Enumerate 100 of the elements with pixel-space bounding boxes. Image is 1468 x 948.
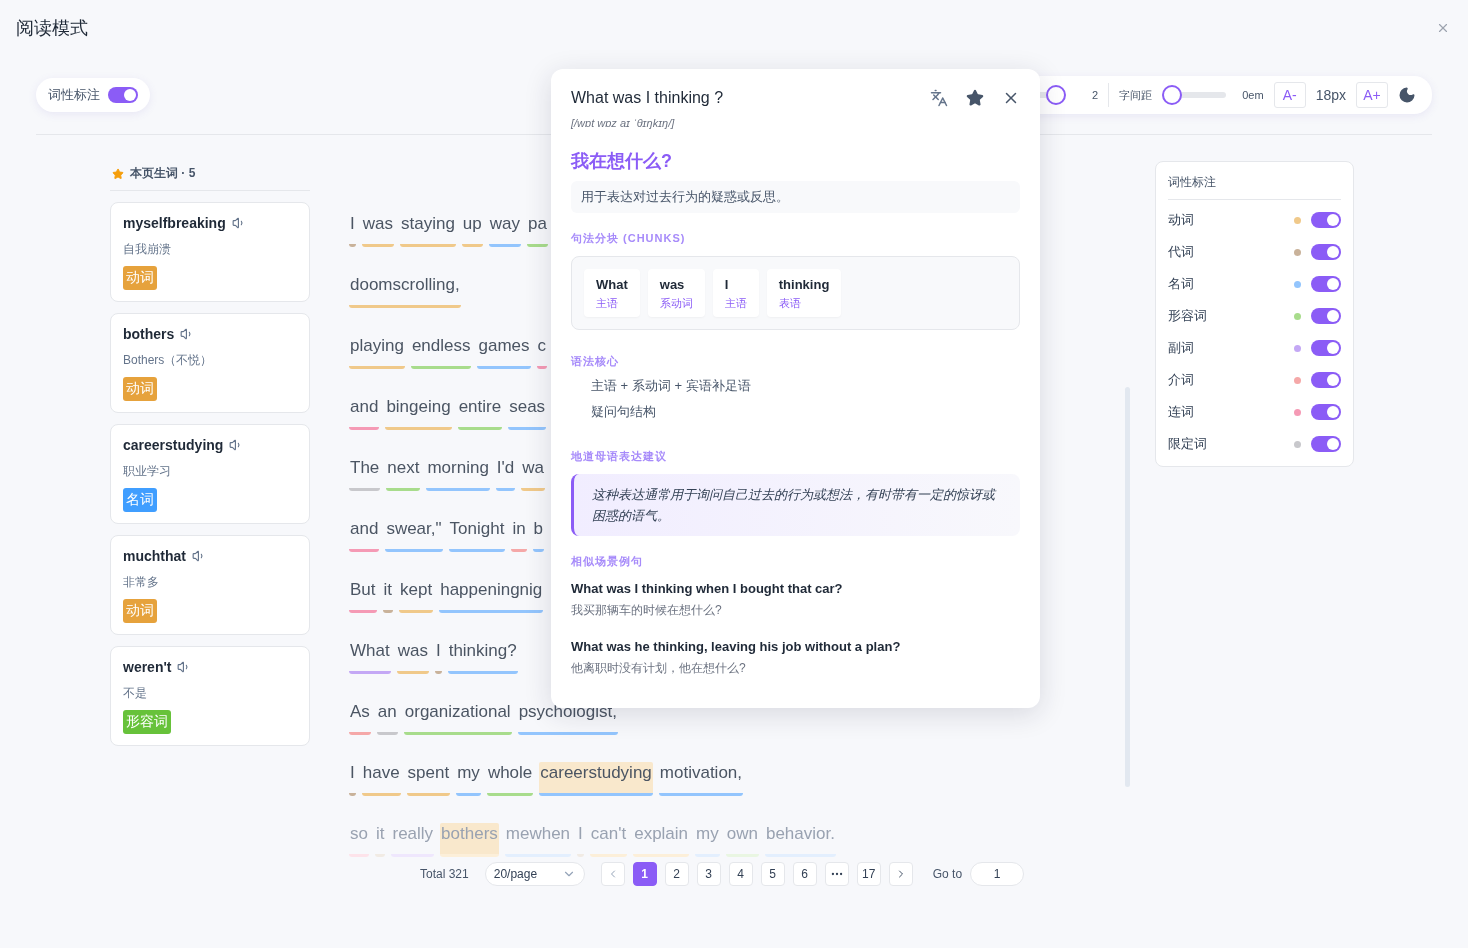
pos-tag: 形容词 xyxy=(123,710,171,734)
legend-label: 副词 xyxy=(1168,339,1195,357)
underlined-word[interactable]: What xyxy=(349,640,391,674)
example-sentence: What was he thinking, leaving his job without a plan? xyxy=(571,639,902,654)
chunk-word: I xyxy=(724,277,730,292)
legend-title: 词性标注 xyxy=(1168,174,1341,200)
underlined-word[interactable]: thinking? xyxy=(447,640,518,674)
page-button[interactable]: 17 xyxy=(856,862,881,886)
page-button[interactable]: 3 xyxy=(696,862,721,886)
vocab-meaning: 职业学习 xyxy=(123,463,171,480)
vocab-meaning: 自我崩溃 xyxy=(123,241,171,258)
font-increase-button[interactable]: A+ xyxy=(1356,82,1388,108)
vocab-card[interactable]: weren't 不是 形容词 xyxy=(110,646,310,746)
vocab-word: careerstudying xyxy=(123,437,224,453)
underlined-word[interactable]: morning xyxy=(426,457,490,491)
vocab-meaning: Bothers（不悦） xyxy=(123,352,213,369)
page-size-select[interactable]: 20/page xyxy=(484,862,585,886)
underlined-word[interactable]: was xyxy=(361,213,394,247)
underlined-word[interactable]: wa xyxy=(521,457,546,491)
legend-label: 代词 xyxy=(1168,243,1195,261)
underlined-word[interactable]: Tonight xyxy=(448,518,506,552)
window-title: 阅读模式 xyxy=(16,17,88,40)
example-translation: 他离职时没有计划，他在想什么? xyxy=(571,660,747,677)
page-button[interactable]: 2 xyxy=(664,862,689,886)
legend-label: 形容词 xyxy=(1168,307,1208,325)
translation: 我在想什么? xyxy=(571,150,673,173)
underlined-word[interactable]: I'd xyxy=(495,457,516,491)
pos-tag: 动词 xyxy=(123,377,157,401)
underlined-word[interactable]: an xyxy=(376,701,398,735)
chunk-role: 系动词 xyxy=(659,296,693,311)
underlined-word[interactable]: it xyxy=(382,579,394,613)
underlined-word[interactable]: b xyxy=(532,518,545,552)
underlined-word[interactable]: have xyxy=(361,762,401,796)
example-translation: 我买那辆车的时候在想什么? xyxy=(571,602,723,619)
toggle-label: 词性标注 xyxy=(48,86,100,104)
underlined-word[interactable]: next xyxy=(386,457,421,491)
vocab-meaning: 不是 xyxy=(123,685,147,702)
underlined-word[interactable]: entire xyxy=(457,396,503,430)
page-button[interactable]: 5 xyxy=(760,862,785,886)
underlined-word[interactable]: in xyxy=(511,518,527,552)
underlined-word[interactable]: kept xyxy=(399,579,434,613)
underlined-word[interactable]: was xyxy=(396,640,429,674)
underlined-word[interactable]: way xyxy=(488,213,521,247)
underlined-word[interactable]: playing xyxy=(349,335,405,369)
section-title: 地道母语表达建议 xyxy=(571,449,668,464)
underlined-word[interactable]: I xyxy=(434,640,442,674)
chunk-role: 表语 xyxy=(778,296,802,311)
chunk-role: 主语 xyxy=(596,296,619,311)
page-button[interactable]: 4 xyxy=(728,862,753,886)
underlined-word[interactable]: up xyxy=(461,213,483,247)
slider-reading: 2 xyxy=(1092,89,1099,101)
legend-label: 连词 xyxy=(1168,403,1195,421)
underlined-word[interactable]: and xyxy=(349,396,380,430)
vocab-card[interactable]: muchthat 非常多 动词 xyxy=(110,535,310,635)
page-button[interactable]: 1 xyxy=(632,862,657,886)
underlined-word[interactable]: endless xyxy=(410,335,472,369)
total-count: Total 321 xyxy=(420,867,469,881)
underlined-word[interactable]: seas xyxy=(508,396,547,430)
slider-label: 字间距 xyxy=(1119,87,1153,103)
underlined-word[interactable]: and xyxy=(349,518,380,552)
underlined-word[interactable]: games xyxy=(477,335,531,369)
underlined-word[interactable]: The xyxy=(349,457,381,491)
underlined-word[interactable]: swear," xyxy=(385,518,443,552)
underlined-word[interactable]: whole xyxy=(486,762,534,796)
underlined-word[interactable]: my xyxy=(456,762,481,796)
legend-label: 动词 xyxy=(1168,211,1195,229)
section-title: 语法核心 xyxy=(571,354,620,369)
underlined-word[interactable]: happeningnig xyxy=(439,579,544,613)
page-button[interactable]: 6 xyxy=(792,862,817,886)
meaning-box: 用于表达对过去行为的疑惑或反思。 xyxy=(571,181,1020,213)
legend-label: 名词 xyxy=(1168,275,1195,293)
chunk-word: thinking xyxy=(778,277,830,292)
vocab-card[interactable]: careerstudying 职业学习 名词 xyxy=(110,424,310,524)
underlined-word[interactable]: doomscrolling, xyxy=(349,274,461,308)
underlined-word[interactable]: c xyxy=(536,335,547,369)
goto-field[interactable]: 1 xyxy=(970,862,1025,886)
legend-label: 介词 xyxy=(1168,371,1195,389)
vocab-card[interactable]: bothers Bothers（不悦） 动词 xyxy=(110,313,310,413)
font-decrease-button[interactable]: A- xyxy=(1273,82,1306,108)
vocab-word: muchthat xyxy=(123,548,186,564)
font-size-value: 18px xyxy=(1315,87,1346,103)
underlined-word[interactable]: organizational xyxy=(403,701,512,735)
vocab-word: weren't xyxy=(123,659,172,675)
pos-tag: 动词 xyxy=(123,266,157,290)
underlined-word[interactable]: staying xyxy=(399,213,456,247)
underlined-word[interactable]: I xyxy=(349,762,356,796)
underlined-word[interactable]: pa xyxy=(527,213,548,247)
vocab-card[interactable]: myselfbreaking 自我崩溃 动词 xyxy=(110,202,310,302)
chunk-word: What xyxy=(596,277,628,292)
grammar-point: 疑问句结构 xyxy=(590,403,657,421)
popup-sentence: What was I thinking ? xyxy=(571,89,724,107)
underlined-word[interactable]: motivation, xyxy=(658,762,743,796)
underlined-word[interactable]: But xyxy=(349,579,377,613)
underlined-word[interactable]: bingeing xyxy=(385,396,452,430)
underlined-word[interactable]: As xyxy=(349,701,371,735)
underlined-word[interactable]: I xyxy=(349,213,356,247)
pos-tag: 名词 xyxy=(123,488,157,512)
phonetic: [/wɒt wɒz aɪ ˈθɪŋkɪŋ/] xyxy=(571,117,676,129)
highlighted-word[interactable]: careerstudying xyxy=(539,762,653,796)
underlined-word[interactable]: spent xyxy=(406,762,451,796)
